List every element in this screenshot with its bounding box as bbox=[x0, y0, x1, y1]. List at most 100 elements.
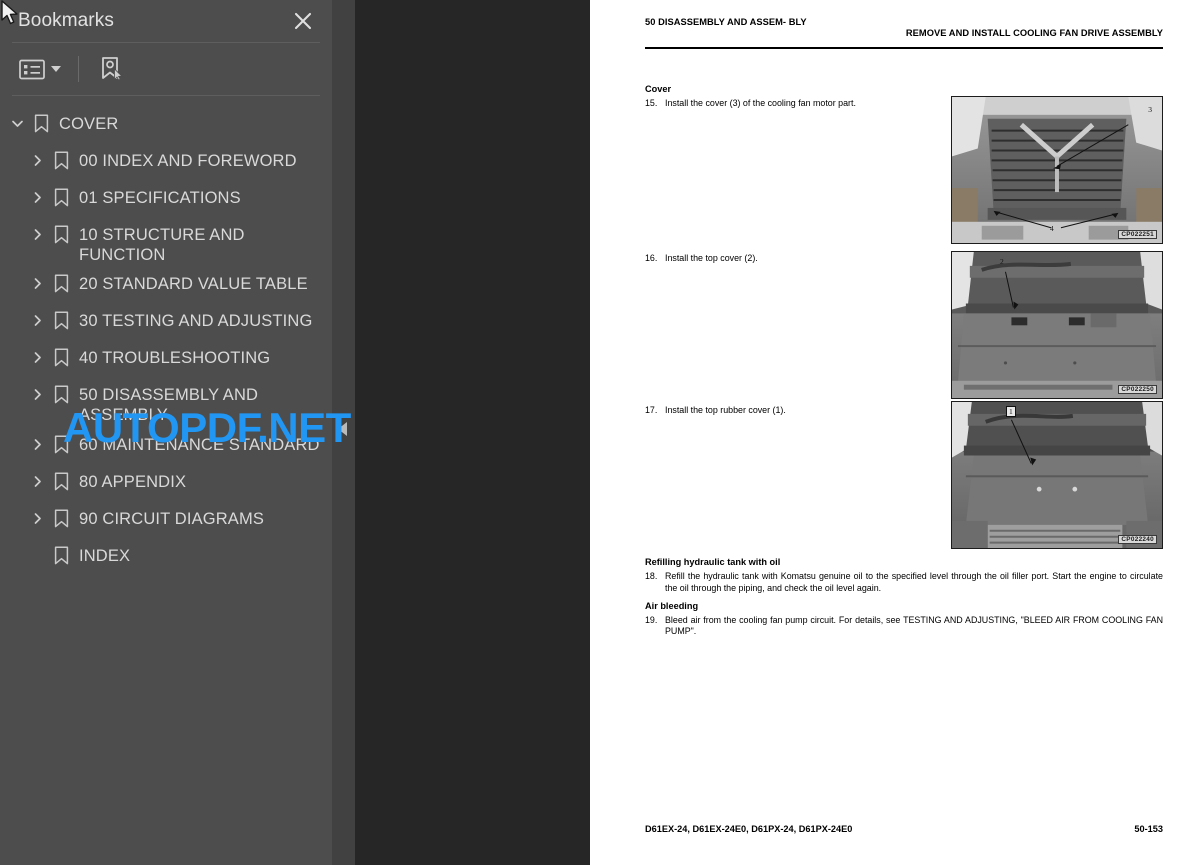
running-head-rule bbox=[645, 47, 1163, 49]
step-number: 15. bbox=[645, 98, 658, 108]
bookmark-icon bbox=[48, 500, 74, 537]
bookmark-label: COVER bbox=[59, 115, 119, 133]
figure-code: CP022251 bbox=[1118, 230, 1157, 239]
bookmark-icon bbox=[48, 376, 74, 413]
chevron-right-icon[interactable] bbox=[26, 500, 48, 537]
step-17: 17. Install the top rubber cover (1). bbox=[645, 405, 945, 417]
step-text: Install the top cover (2). bbox=[665, 253, 758, 263]
step-number: 17. bbox=[645, 405, 658, 415]
document-viewport[interactable]: 50 DISASSEMBLY AND ASSEM- BLY REMOVE AND… bbox=[355, 0, 1200, 865]
page-running-head: 50 DISASSEMBLY AND ASSEM- BLY REMOVE AND… bbox=[645, 12, 1163, 49]
chevron-down-icon[interactable] bbox=[51, 66, 61, 72]
bookmark-label: 60 MAINTENANCE STANDARD bbox=[79, 435, 320, 454]
bookmark-label: 90 CIRCUIT DIAGRAMS bbox=[79, 509, 264, 528]
bookmark-item[interactable]: COVER bbox=[0, 105, 332, 142]
section-step16: 16. Install the top cover (2). bbox=[645, 253, 945, 267]
bookmark-icon bbox=[48, 537, 74, 574]
step-16: 16. Install the top cover (2). bbox=[645, 253, 945, 265]
chevron-right-icon[interactable] bbox=[26, 142, 48, 179]
toolbar-separator bbox=[78, 56, 79, 82]
bookmark-item[interactable]: 40 TROUBLESHOOTING bbox=[0, 339, 332, 376]
document-page: 50 DISASSEMBLY AND ASSEM- BLY REMOVE AND… bbox=[590, 0, 1200, 865]
chevron-right-icon[interactable] bbox=[26, 302, 48, 339]
section-cover: Cover 15. Install the cover (3) of the c… bbox=[645, 84, 945, 112]
bookmarks-panel: Bookmarks COVER 00 INDEX AND FOREWORD 01… bbox=[0, 0, 332, 865]
figure-cooling-fan-cover: 3 4 CP022251 bbox=[951, 96, 1163, 244]
bookmark-icon bbox=[48, 463, 74, 500]
figure-code: CP022250 bbox=[1118, 385, 1157, 394]
page-content: 50 DISASSEMBLY AND ASSEM- BLY REMOVE AND… bbox=[645, 12, 1163, 852]
bookmark-icon bbox=[48, 426, 74, 463]
step-text: Install the top rubber cover (1). bbox=[665, 405, 786, 415]
section-heading: Cover bbox=[645, 84, 672, 94]
figure-callout-leaders bbox=[1005, 271, 1019, 310]
bookmark-label: 10 STRUCTURE AND FUNCTION bbox=[79, 226, 245, 265]
panel-splitter[interactable] bbox=[332, 0, 355, 865]
step-number: 19. bbox=[645, 614, 658, 625]
section-refilling-and-bleeding: Refilling hydraulic tank with oil 18. Re… bbox=[645, 557, 1163, 640]
bookmark-item[interactable]: 20 STANDARD VALUE TABLE bbox=[0, 265, 332, 302]
pdf-viewer-window: Bookmarks COVER 00 INDEX AND FOREWORD 01… bbox=[0, 0, 1200, 865]
bookmark-label: INDEX bbox=[79, 546, 131, 565]
section-heading-refilling: Refilling hydraulic tank with oil bbox=[645, 557, 781, 567]
figure-top-rubber-cover: 1 CP022240 bbox=[951, 401, 1163, 549]
chevron-down-icon[interactable] bbox=[6, 105, 28, 142]
bookmark-item[interactable]: 80 APPENDIX bbox=[0, 463, 332, 500]
collapse-panel-arrow-icon[interactable] bbox=[338, 422, 347, 436]
step-text: Bleed air from the cooling fan pump circ… bbox=[665, 614, 1163, 637]
chevron-right-icon[interactable] bbox=[26, 339, 48, 376]
footer-page-number: 50-153 bbox=[1134, 824, 1163, 834]
bookmark-icon bbox=[48, 179, 74, 216]
chevron-right-icon[interactable] bbox=[26, 265, 48, 302]
step-text: Install the cover (3) of the cooling fan… bbox=[665, 98, 856, 108]
section-step17: 17. Install the top rubber cover (1). bbox=[645, 405, 945, 419]
bookmark-icon bbox=[28, 105, 54, 142]
bookmark-item[interactable]: 90 CIRCUIT DIAGRAMS bbox=[0, 500, 332, 537]
bookmark-label: 80 APPENDIX bbox=[79, 472, 187, 491]
bookmark-item[interactable]: 01 SPECIFICATIONS bbox=[0, 179, 332, 216]
figure-top-cover: 2 CP022250 bbox=[951, 251, 1163, 399]
running-head-right: REMOVE AND INSTALL COOLING FAN DRIVE ASS… bbox=[905, 28, 1163, 38]
section-heading-air-bleeding: Air bleeding bbox=[645, 600, 699, 611]
new-bookmark-icon[interactable] bbox=[96, 53, 128, 85]
bookmark-item[interactable]: 10 STRUCTURE AND FUNCTION bbox=[0, 216, 332, 265]
bookmark-tree: COVER 00 INDEX AND FOREWORD 01 SPECIFICATI… bbox=[0, 96, 332, 574]
step-number: 18. bbox=[645, 571, 658, 581]
bookmarks-toolbar bbox=[0, 43, 332, 95]
bookmark-label: 30 TESTING AND ADJUSTING bbox=[79, 312, 313, 331]
bookmark-icon bbox=[48, 216, 74, 253]
chevron-right-icon[interactable] bbox=[26, 463, 48, 500]
bookmark-label: 40 TROUBLESHOOTING bbox=[79, 349, 271, 368]
bookmark-item[interactable]: 00 INDEX AND FOREWORD bbox=[0, 142, 332, 179]
bookmark-item[interactable]: 50 DISASSEMBLY AND ASSEMBLY bbox=[0, 376, 332, 425]
step-15: 15. Install the cover (3) of the cooling… bbox=[645, 98, 945, 110]
step-text: Refill the hydraulic tank with Komatsu g… bbox=[665, 571, 1163, 593]
figure-callout-leaders bbox=[1010, 419, 1037, 466]
close-icon[interactable] bbox=[292, 10, 314, 32]
bookmark-icon bbox=[48, 142, 74, 179]
step-number: 16. bbox=[645, 253, 658, 263]
bookmark-label: 00 INDEX AND FOREWORD bbox=[79, 152, 297, 170]
figure-callout-leaders bbox=[993, 124, 1129, 229]
bookmark-label: 50 DISASSEMBLY AND ASSEMBLY bbox=[79, 386, 259, 425]
running-head-left: 50 DISASSEMBLY AND ASSEM- BLY bbox=[645, 17, 807, 27]
bookmark-icon bbox=[48, 302, 74, 339]
bookmarks-panel-title: Bookmarks bbox=[18, 10, 114, 31]
bookmark-label: 20 STANDARD VALUE TABLE bbox=[79, 275, 308, 294]
figure-callout: 2 bbox=[1000, 257, 1004, 266]
figure-callout: 1 bbox=[1006, 406, 1016, 417]
chevron-right-icon[interactable] bbox=[26, 216, 48, 253]
bookmark-item[interactable]: 30 TESTING AND ADJUSTING bbox=[0, 302, 332, 339]
bookmark-options-list-icon[interactable] bbox=[16, 56, 64, 83]
bookmark-item[interactable]: 60 MAINTENANCE STANDARD bbox=[0, 426, 332, 463]
bookmarks-panel-header: Bookmarks bbox=[0, 0, 332, 42]
footer-model-list: D61EX-24, D61EX-24E0, D61PX-24, D61PX-24… bbox=[645, 824, 853, 834]
bookmark-item[interactable]: INDEX bbox=[0, 537, 332, 574]
chevron-right-icon[interactable] bbox=[26, 179, 48, 216]
bookmark-icon bbox=[48, 265, 74, 302]
page-footer: D61EX-24, D61EX-24E0, D61PX-24, D61PX-24… bbox=[645, 824, 1163, 834]
bookmark-icon bbox=[48, 339, 74, 376]
chevron-right-icon[interactable] bbox=[26, 376, 48, 413]
figure-code: CP022240 bbox=[1118, 535, 1157, 544]
chevron-right-icon[interactable] bbox=[26, 426, 48, 463]
